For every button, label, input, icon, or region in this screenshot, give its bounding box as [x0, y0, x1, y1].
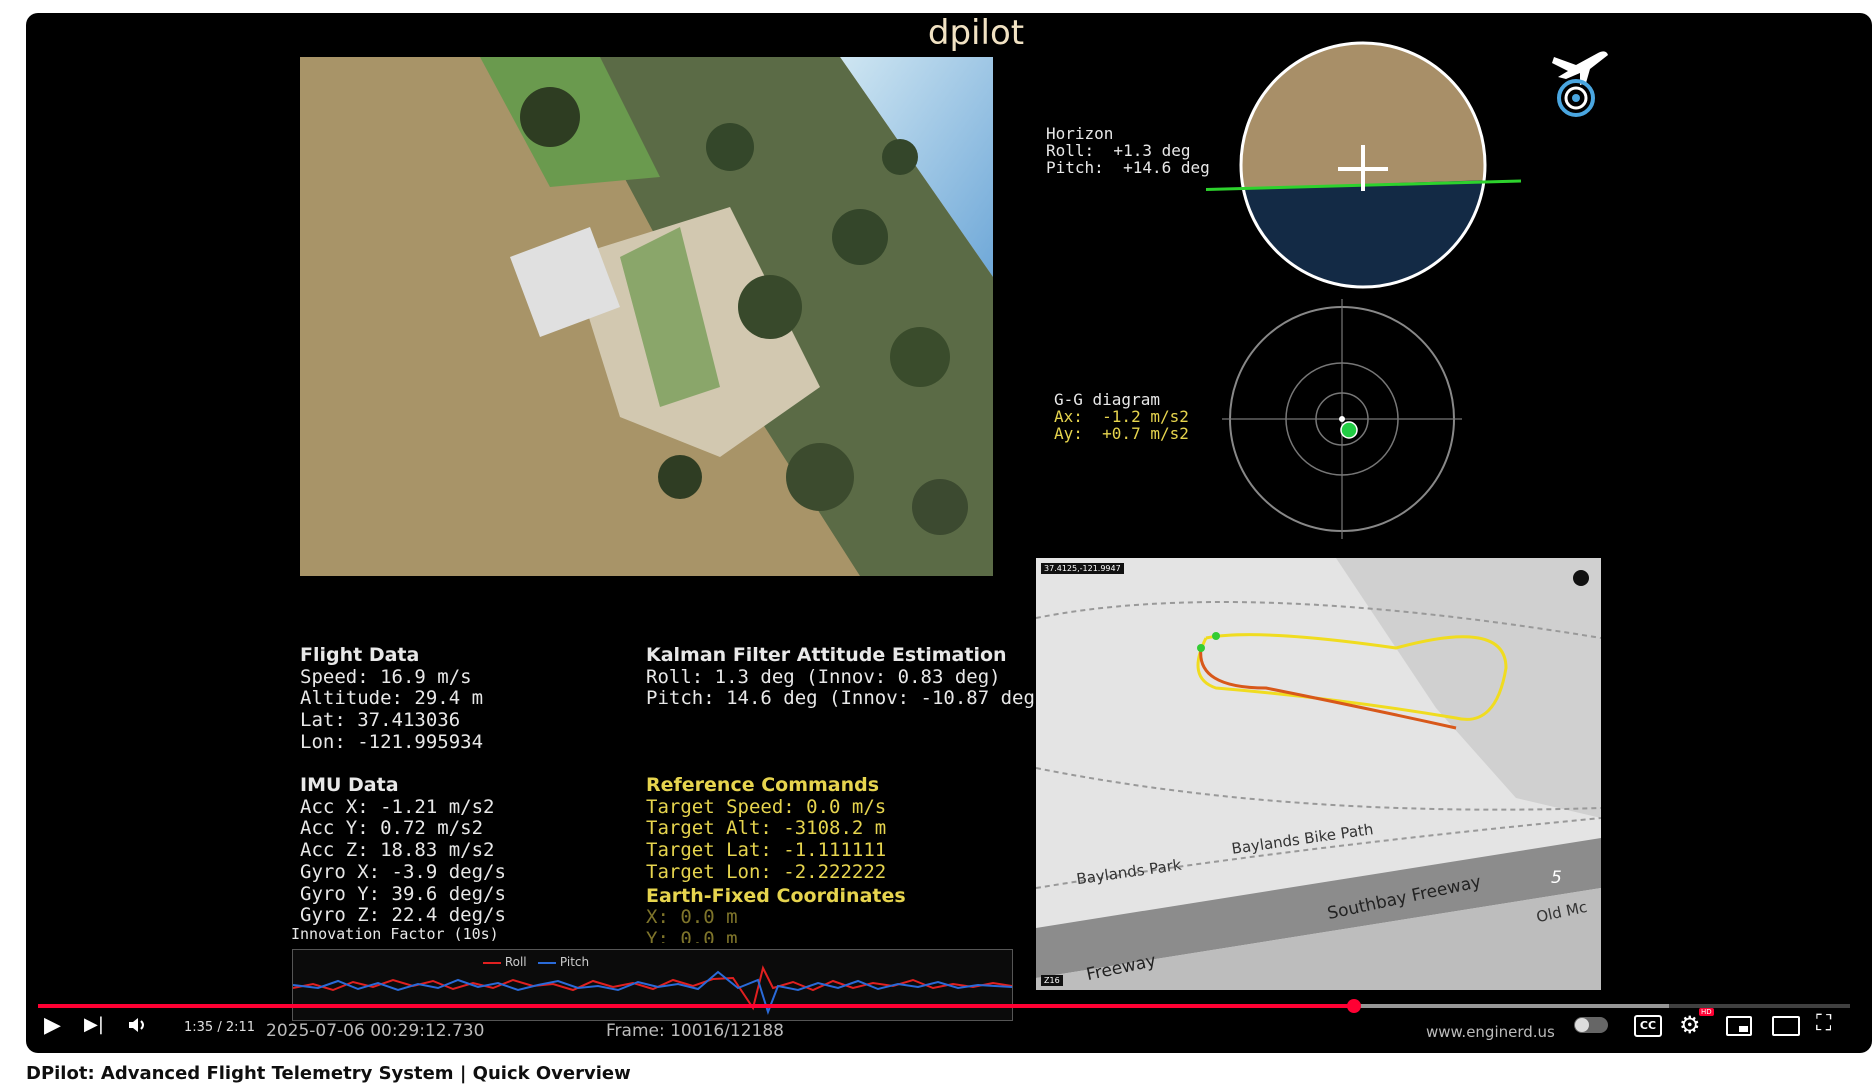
flight-speed: Speed: 16.9 m/s [300, 665, 472, 688]
map-label-route: 5 [1551, 868, 1562, 888]
play-button[interactable]: ▶ [44, 1013, 61, 1038]
legend-pitch: Pitch [559, 955, 590, 969]
site-overlay: www.enginerd.us [1426, 1023, 1555, 1041]
frame-overlay: Frame: 10016/12188 [606, 1021, 784, 1041]
ref-alt: Target Alt: -3108.2 m [646, 817, 887, 840]
chart-legend: Roll Pitch [483, 955, 589, 969]
next-button[interactable]: ▶| [84, 1014, 104, 1035]
gg-ay: Ay: +0.7 m/s2 [1054, 424, 1189, 443]
ref-lon: Target Lon: -2.222222 [646, 860, 887, 883]
horizon-readout: Horizon Roll: +1.3 deg Pitch: +14.6 deg [1046, 125, 1210, 176]
earth-y: Y: 0.0 m [646, 928, 738, 943]
captions-button[interactable]: CC [1634, 1015, 1662, 1037]
map-coords: 37.4125,-121.9947 [1041, 563, 1124, 574]
scrubber-handle[interactable] [1346, 999, 1361, 1013]
imu-acc-y: Acc Y: 0.72 m/s2 [300, 817, 484, 840]
kalman-title: Kalman Filter Attitude Estimation [646, 644, 1007, 666]
camera-feed [300, 57, 993, 576]
miniplayer-icon[interactable] [1726, 1016, 1752, 1036]
progress-played [38, 1004, 1354, 1008]
flight-altitude: Altitude: 29.4 m [300, 687, 484, 710]
hd-badge: HD [1699, 1008, 1714, 1016]
earth-x: X: 0.0 m [646, 906, 738, 929]
kalman-roll: Roll: 1.3 deg (Innov: 0.83 deg) [646, 665, 1001, 688]
gg-diagram [1222, 299, 1462, 543]
legend-pitch-swatch [538, 961, 557, 964]
autoplay-toggle[interactable] [1574, 1017, 1608, 1033]
volume-icon[interactable] [126, 1013, 150, 1037]
flight-lon: Lon: -121.995934 [300, 730, 484, 753]
ref-speed: Target Speed: 0.0 m/s [646, 795, 887, 818]
time-display: 1:35 / 2:11 [184, 1020, 256, 1035]
imu-panel: IMU Data Acc X: -1.21 m/s2 Acc Y: 0.72 m… [300, 774, 506, 927]
theater-mode-icon[interactable] [1772, 1016, 1800, 1036]
kalman-panel: Kalman Filter Attitude Estimation Roll: … [646, 644, 1047, 710]
video-player[interactable]: dpilot Horizon Roll: +1.3 deg Pitch: +14… [26, 13, 1872, 1053]
imu-gyro-z: Gyro Z: 22.4 deg/s [300, 904, 506, 927]
earth-title: Earth-Fixed Coordinates [646, 884, 906, 907]
legend-roll-swatch [483, 961, 501, 964]
settings-gear-icon[interactable]: ⚙ [1679, 1011, 1701, 1039]
artificial-horizon [1185, 41, 1526, 295]
reference-panel: Reference Commands Target Speed: 0.0 m/s… [646, 774, 906, 943]
flight-map[interactable]: 37.4125,-121.9947 Z16 Baylands Park Bayl… [1035, 558, 1602, 990]
horizon-pitch: Pitch: +14.6 deg [1046, 158, 1210, 177]
plane-logo-icon [1546, 43, 1616, 123]
map-zoom: Z16 [1041, 975, 1063, 986]
kalman-pitch: Pitch: 14.6 deg (Innov: -10.87 deg) [646, 687, 1047, 710]
imu-title: IMU Data [300, 774, 399, 796]
imu-acc-z: Acc Z: 18.83 m/s2 [300, 839, 495, 862]
gg-ax: Ax: -1.2 m/s2 [1054, 407, 1189, 426]
innovation-title: Innovation Factor (10s) [291, 925, 499, 943]
gg-readout: G-G diagram Ax: -1.2 m/s2 Ay: +0.7 m/s2 [1054, 391, 1189, 442]
horizon-roll: Roll: +1.3 deg [1046, 141, 1191, 160]
horizon-title: Horizon [1046, 124, 1114, 143]
brand-title: dpilot [927, 13, 1025, 53]
legend-roll: Roll [504, 955, 527, 969]
progress-bar[interactable] [38, 999, 1850, 1013]
reference-title: Reference Commands [646, 774, 880, 796]
imu-gyro-y: Gyro Y: 39.6 deg/s [300, 882, 506, 905]
flight-data-panel: Flight Data Speed: 16.9 m/s Altitude: 29… [300, 644, 484, 754]
timestamp-overlay: 2025-07-06 00:29:12.730 [266, 1021, 485, 1041]
fullscreen-icon[interactable]: ⛶ [1816, 1011, 1831, 1036]
video-title: DPilot: Advanced Flight Telemetry System… [26, 1063, 631, 1084]
imu-gyro-x: Gyro X: -3.9 deg/s [300, 860, 506, 883]
innovation-chart: Roll Pitch [292, 949, 1013, 1021]
imu-acc-x: Acc X: -1.21 m/s2 [300, 795, 495, 818]
gg-title: G-G diagram [1054, 390, 1160, 409]
ref-lat: Target Lat: -1.111111 [646, 839, 887, 862]
flight-lat: Lat: 37.413036 [300, 709, 461, 732]
flight-data-title: Flight Data [300, 644, 420, 666]
